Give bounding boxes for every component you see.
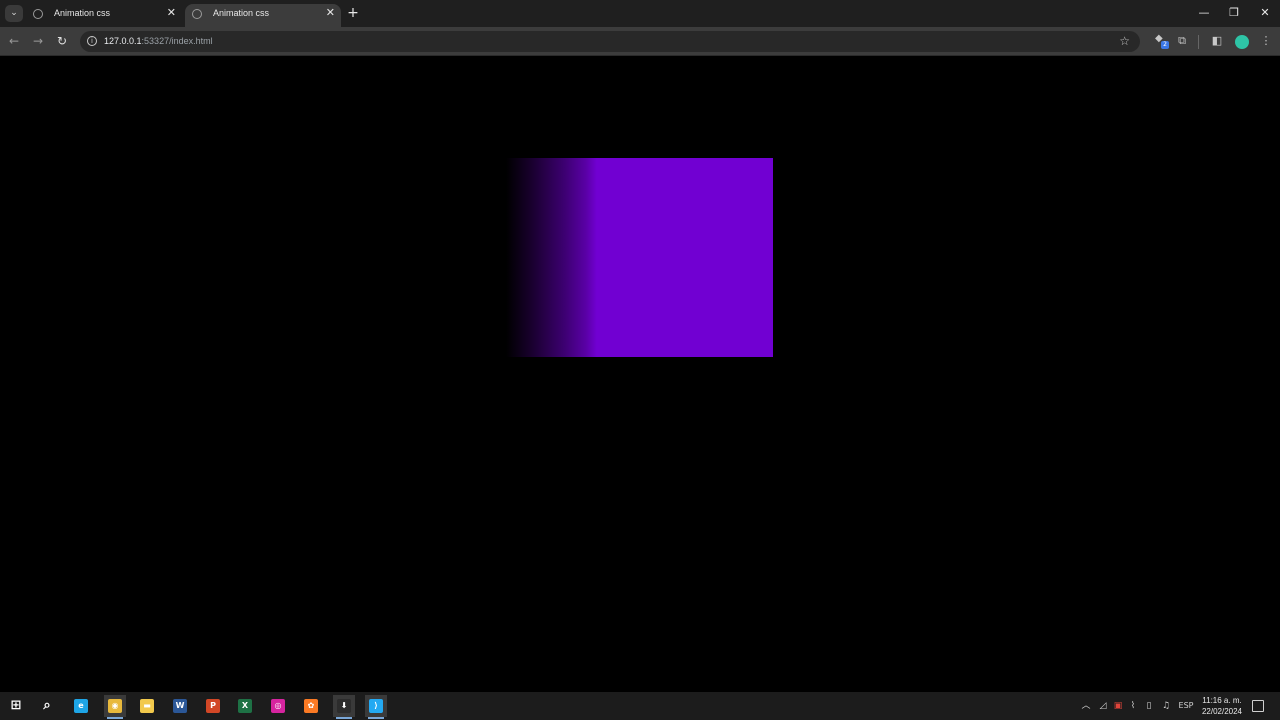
language-indicator[interactable]: ESP bbox=[1176, 699, 1196, 713]
tab-title: Animation css bbox=[213, 8, 270, 18]
close-window-button[interactable]: ✕ bbox=[1255, 4, 1275, 22]
profile-avatar[interactable] bbox=[1235, 35, 1249, 49]
star-icon[interactable]: ☆ bbox=[1119, 33, 1130, 50]
taskbar-app-excel[interactable]: X bbox=[234, 695, 256, 717]
toolbar-divider bbox=[1198, 35, 1199, 49]
extension-badge-count: 2 bbox=[1161, 41, 1169, 49]
antivirus-icon[interactable]: ▣ bbox=[1112, 699, 1124, 713]
taskbar-app-search[interactable]: ⌕ bbox=[36, 695, 58, 717]
tab-title: Animation css bbox=[54, 8, 111, 18]
clock-time: 11:16 a. m. bbox=[1202, 696, 1242, 705]
app-download-icon: ⬇ bbox=[337, 699, 351, 713]
word-icon: W bbox=[173, 699, 187, 713]
taskbar-app-file-explorer[interactable]: ▬ bbox=[136, 695, 158, 717]
side-panel-icon[interactable]: ◧ bbox=[1210, 34, 1224, 48]
extension-icon[interactable]: ◆ 2 bbox=[1155, 34, 1169, 49]
excel-icon: X bbox=[238, 699, 252, 713]
taskbar-clock[interactable]: 11:16 a. m. 22/02/2024 bbox=[1196, 695, 1248, 717]
taskbar-app-app-download[interactable]: ⬇ bbox=[333, 695, 355, 719]
show-hidden-icons-chevron-up-icon[interactable]: ︿ bbox=[1080, 699, 1092, 713]
kebab-menu-icon[interactable]: ⋮ bbox=[1259, 34, 1273, 48]
browser-tab-strip: ⌄ Animation css ✕ Animation css ✕ + — ❐ … bbox=[0, 0, 1280, 27]
search-icon: ⌕ bbox=[43, 698, 51, 713]
new-tab-plus-icon[interactable]: + bbox=[346, 5, 360, 21]
puzzle-icon[interactable]: ⧉ bbox=[1175, 34, 1189, 48]
page-viewport bbox=[0, 57, 1280, 692]
info-icon[interactable]: i bbox=[87, 36, 97, 46]
file-explorer-icon: ▬ bbox=[140, 699, 154, 713]
taskbar-app-instagram[interactable]: ◎ bbox=[267, 695, 289, 717]
browser-toolbar: ← → ↻ i 127.0.0.1:53327/index.html ☆ ⧉ ◧… bbox=[0, 27, 1280, 56]
reload-icon[interactable]: ↻ bbox=[54, 33, 70, 49]
restore-button[interactable]: ❐ bbox=[1224, 4, 1244, 22]
animated-box bbox=[506, 158, 773, 357]
taskbar-app-edge[interactable]: e bbox=[70, 695, 92, 717]
close-icon[interactable]: ✕ bbox=[167, 4, 176, 23]
back-arrow-icon[interactable]: ← bbox=[6, 33, 22, 49]
minimize-button[interactable]: — bbox=[1194, 4, 1214, 22]
tab-search-chevron-down-icon[interactable]: ⌄ bbox=[5, 5, 23, 22]
edge-icon: e bbox=[74, 699, 88, 713]
taskbar-app-xampp[interactable]: ✿ bbox=[300, 695, 322, 717]
globe-icon bbox=[33, 9, 43, 19]
taskbar-app-chrome[interactable]: ◉ bbox=[104, 695, 126, 719]
taskbar-app-start[interactable]: ⊞ bbox=[5, 695, 27, 717]
browser-tab-1[interactable]: Animation css ✕ bbox=[26, 4, 182, 27]
vscode-icon: ⟩ bbox=[369, 699, 383, 713]
forward-arrow-icon[interactable]: → bbox=[30, 33, 46, 49]
start-icon: ⊞ bbox=[10, 698, 22, 713]
powerpoint-icon: P bbox=[206, 699, 220, 713]
taskbar-app-powerpoint[interactable]: P bbox=[202, 695, 224, 717]
close-icon[interactable]: ✕ bbox=[326, 4, 335, 23]
taskbar-app-vscode[interactable]: ⟩ bbox=[365, 695, 387, 719]
notification-center-icon[interactable] bbox=[1252, 700, 1264, 712]
taskbar-app-word[interactable]: W bbox=[169, 695, 191, 717]
chrome-icon: ◉ bbox=[108, 699, 122, 713]
xampp-icon: ✿ bbox=[304, 699, 318, 713]
address-bar[interactable]: i 127.0.0.1:53327/index.html ☆ bbox=[80, 31, 1140, 52]
wifi-icon[interactable]: ⌇ bbox=[1127, 699, 1139, 713]
url-text: 127.0.0.1:53327/index.html bbox=[104, 36, 213, 46]
battery-icon[interactable]: ▯ bbox=[1143, 699, 1155, 713]
browser-tab-2[interactable]: Animation css ✕ bbox=[185, 4, 341, 27]
network-icon[interactable]: ◿ bbox=[1097, 699, 1109, 713]
instagram-icon: ◎ bbox=[271, 699, 285, 713]
volume-icon[interactable]: ♫ bbox=[1159, 699, 1173, 713]
clock-date: 22/02/2024 bbox=[1201, 707, 1243, 716]
globe-icon bbox=[192, 9, 202, 19]
